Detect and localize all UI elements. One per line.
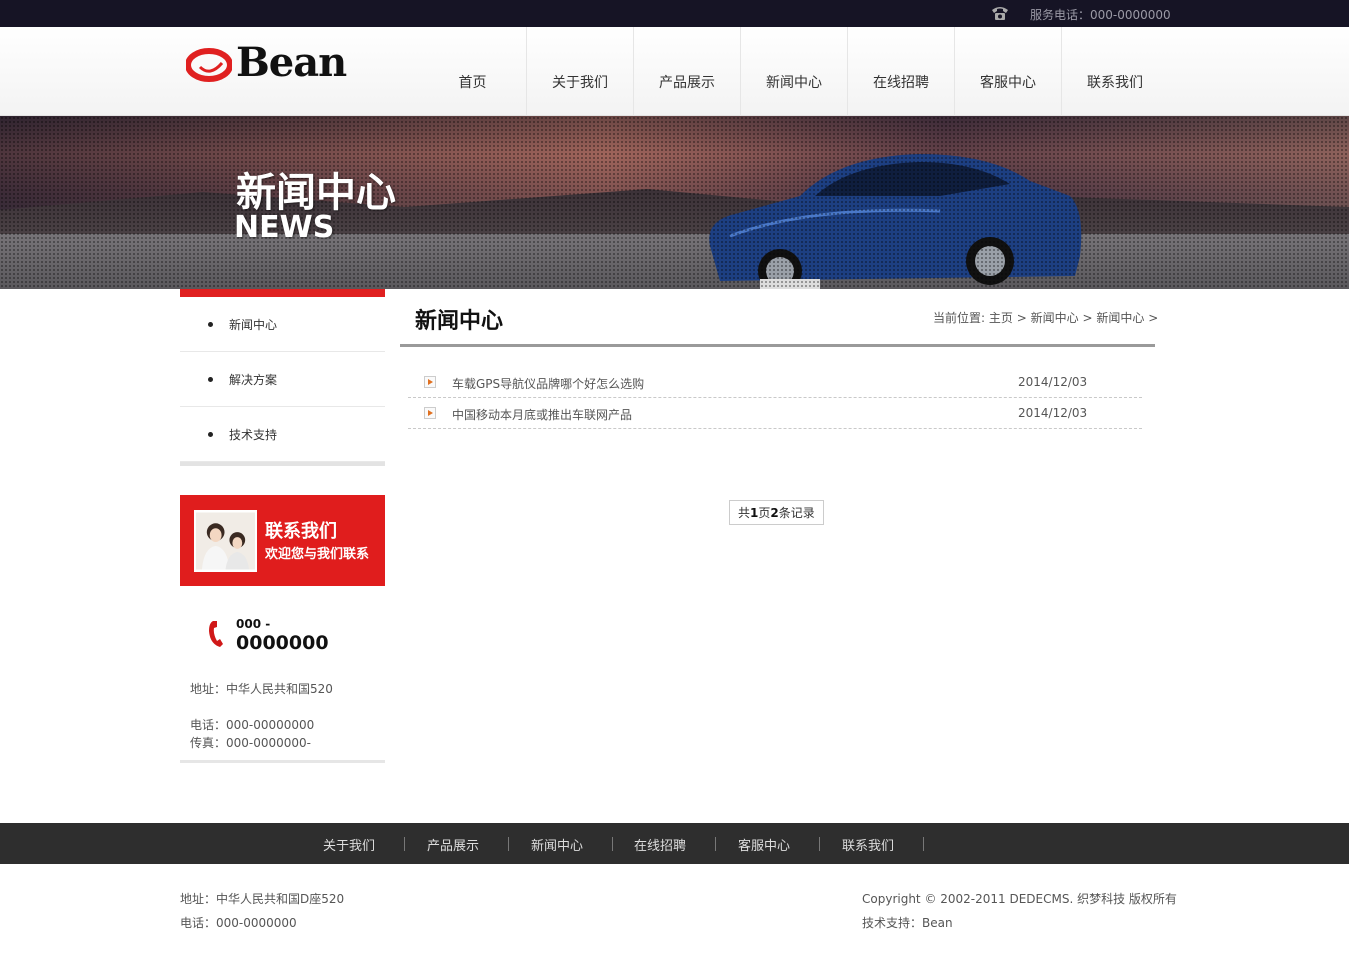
- breadcrumb-separator: >: [1016, 311, 1027, 325]
- sidebar: 新闻中心 解决方案 技术支持: [180, 289, 385, 466]
- telephone-icon: [992, 7, 1008, 20]
- contact-card-subtitle: 欢迎您与我们联系: [265, 547, 370, 562]
- nav-item-service[interactable]: 客服中心: [954, 27, 1061, 116]
- footer-link-products[interactable]: 产品展示: [427, 835, 479, 854]
- pager-page-count: 1: [750, 505, 759, 520]
- bullet-icon: [208, 321, 213, 327]
- sidebar-address: 地址：中华人民共和国520: [190, 682, 333, 696]
- footer-separator: [923, 837, 924, 851]
- sidebar-item-solutions[interactable]: 解决方案: [180, 352, 385, 407]
- footer-copyright-block: Copyright © 2002-2011 DEDECMS. 织梦科技 版权所有…: [862, 887, 1177, 935]
- list-item: 车载GPS导航仪品牌哪个好怎么选购 2014/12/03: [408, 367, 1142, 398]
- bullet-icon: [208, 376, 213, 382]
- top-bar: 服务电话：000-0000000: [0, 0, 1349, 27]
- page-title: 新闻中心: [415, 309, 504, 334]
- footer-separator: [612, 837, 613, 851]
- hotline-prefix: 000 -: [236, 617, 271, 631]
- news-date: 2014/12/03: [1018, 375, 1088, 389]
- support-staff-photo: [194, 510, 257, 572]
- sidebar-item-support[interactable]: 技术支持: [180, 407, 385, 462]
- sidebar-fax: 传真：000-0000000-: [190, 736, 312, 750]
- footer-contact: 地址：中华人民共和国D座520 电话：000-0000000: [180, 887, 344, 935]
- footer-separator: [715, 837, 716, 851]
- pager-text: 条记录: [778, 506, 815, 520]
- footer-separator: [508, 837, 509, 851]
- nav-item-products[interactable]: 产品展示: [633, 27, 740, 116]
- banner-subtitle: NEWS: [234, 210, 335, 245]
- nav-item-news[interactable]: 新闻中心: [740, 27, 847, 116]
- footer-copyright: Copyright © 2002-2011 DEDECMS. 织梦科技 版权所有: [862, 892, 1177, 906]
- news-date: 2014/12/03: [1018, 406, 1088, 420]
- contact-card-title: 联系我们: [265, 521, 337, 542]
- footer-link-service[interactable]: 客服中心: [738, 835, 790, 854]
- nav-item-jobs[interactable]: 在线招聘: [847, 27, 954, 116]
- pagination: 共 1 页 2 条记录: [729, 500, 824, 525]
- footer-link-about[interactable]: 关于我们: [323, 835, 375, 854]
- sidebar-item-label: 新闻中心: [229, 317, 278, 332]
- breadcrumb-prefix: 当前位置:: [933, 311, 986, 325]
- list-item: 中国移动本月底或推出车联网产品 2014/12/03: [408, 398, 1142, 429]
- pager-record-count: 2: [770, 505, 779, 520]
- footer-separator: [819, 837, 820, 851]
- phone-handset-icon: [209, 621, 223, 647]
- breadcrumb: 当前位置: 主页 > 新闻中心 > 新闻中心 >: [933, 309, 1158, 326]
- header: Bean 首页 关于我们 产品展示 新闻中心 在线招聘 客服中心 联系我们: [0, 27, 1349, 116]
- nav-item-contact[interactable]: 联系我们: [1061, 27, 1168, 116]
- sidebar-accent-bar: [180, 289, 385, 297]
- hotline: 000 - 0000000: [207, 617, 377, 662]
- footer-link-contact[interactable]: 联系我们: [842, 835, 894, 854]
- logo-text: Bean: [236, 39, 347, 86]
- hotline-number: 0000000: [236, 632, 329, 654]
- contact-card[interactable]: 联系我们 欢迎您与我们联系: [180, 495, 385, 586]
- bullet-icon: [208, 431, 213, 437]
- footer-separator: [404, 837, 405, 851]
- breadcrumb-news-current[interactable]: 新闻中心: [1096, 311, 1144, 325]
- arrow-right-icon: [424, 376, 436, 388]
- pager-text: 共: [738, 506, 751, 520]
- logo-swoosh-icon: [186, 48, 232, 82]
- breadcrumb-home[interactable]: 主页: [989, 311, 1013, 325]
- sidebar-item-label: 解决方案: [229, 372, 278, 387]
- news-title-link[interactable]: 中国移动本月底或推出车联网产品: [452, 406, 632, 423]
- footer-support: 技术支持：Bean: [862, 916, 953, 930]
- breadcrumb-separator: >: [1082, 311, 1093, 325]
- banner: 新闻中心 NEWS: [0, 116, 1349, 289]
- sidebar-item-label: 技术支持: [229, 427, 278, 442]
- main-nav: 首页 关于我们 产品展示 新闻中心 在线招聘 客服中心 联系我们: [419, 27, 1168, 116]
- sidebar-contact-info: 地址：中华人民共和国520 电话：000-00000000 传真：000-000…: [190, 680, 333, 752]
- sidebar-item-news[interactable]: 新闻中心: [180, 297, 385, 352]
- service-phone-text: 服务电话：000-0000000: [1030, 8, 1171, 22]
- title-divider: [400, 344, 1155, 347]
- nav-item-home[interactable]: 首页: [419, 27, 526, 116]
- nav-item-about[interactable]: 关于我们: [526, 27, 633, 116]
- banner-halftone: [0, 116, 1349, 289]
- news-list: 车载GPS导航仪品牌哪个好怎么选购 2014/12/03 中国移动本月底或推出车…: [408, 367, 1142, 429]
- sidebar-menu: 新闻中心 解决方案 技术支持: [180, 297, 385, 462]
- footer-address: 地址：中华人民共和国D座520: [180, 892, 345, 906]
- news-title-link[interactable]: 车载GPS导航仪品牌哪个好怎么选购: [452, 375, 644, 392]
- breadcrumb-separator: >: [1148, 311, 1159, 325]
- arrow-right-icon: [424, 407, 436, 419]
- pager-text: 页: [758, 506, 771, 520]
- sidebar-bottom-divider: [180, 760, 385, 763]
- footer-phone: 电话：000-0000000: [180, 916, 297, 930]
- footer-nav: 关于我们 产品展示 新闻中心 在线招聘 客服中心 联系我们: [0, 823, 1349, 864]
- footer-link-jobs[interactable]: 在线招聘: [634, 835, 686, 854]
- footer-link-news[interactable]: 新闻中心: [531, 835, 583, 854]
- breadcrumb-news[interactable]: 新闻中心: [1031, 311, 1079, 325]
- logo[interactable]: Bean: [186, 39, 366, 89]
- sidebar-phone: 电话：000-00000000: [190, 718, 315, 732]
- sidebar-menu-divider: [180, 462, 385, 466]
